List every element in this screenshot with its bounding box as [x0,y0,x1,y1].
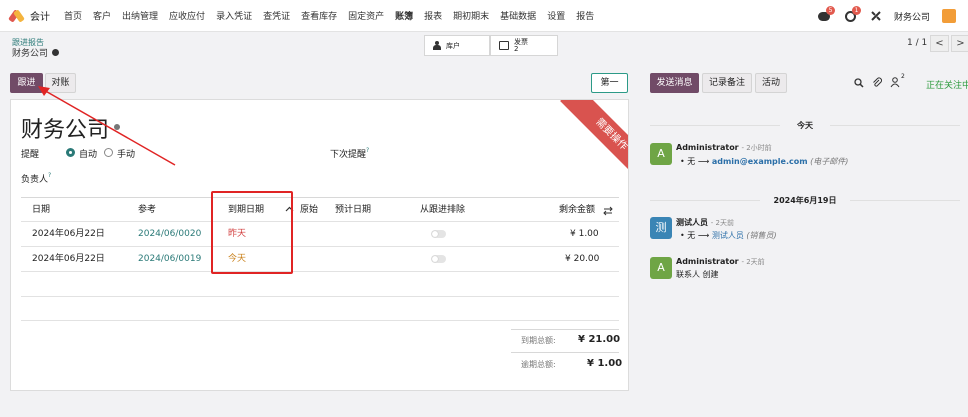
paperclip-icon[interactable] [872,77,882,88]
activity-button[interactable]: 活动 [755,73,787,93]
avatar[interactable]: 测 [650,217,672,239]
tracking-field: (电子邮件) [810,157,849,166]
tracking-line: • 无 ⟶ 测试人员 (销售员) [680,231,777,240]
messages-badge: 5 [825,6,835,15]
invoice-stat-button[interactable]: 发票 2 [490,35,558,56]
search-icon[interactable] [854,78,864,88]
next-reminder-label: 下次提醒? [330,147,369,160]
message-time: - 2小时前 [741,144,772,152]
person-icon [433,41,441,50]
table-empty-row [21,297,619,321]
menu-settings[interactable]: 设置 [547,9,565,22]
pager-value[interactable]: 1 / 1 [907,38,927,48]
pager-next-button[interactable]: > [951,35,968,52]
annotation-arrow [38,86,176,166]
activities-icon[interactable]: 1 [844,6,861,23]
tracking-new-value: admin@example.com [711,157,808,166]
avatar[interactable]: A [650,143,672,165]
tracking-line: • 无 ⟶ admin@example.com (电子邮件) [680,157,849,166]
message-author-name[interactable]: 测试人员 [676,218,708,227]
log-note-button[interactable]: 记录备注 [702,73,752,93]
menu-period[interactable]: 期初期末 [453,9,489,22]
total-due-value: ¥ 21.00 [578,334,621,345]
date-separator: 2024年6月19日 [650,195,960,205]
menu-reporting[interactable]: 报告 [576,9,594,22]
following-status[interactable]: 正在关注中 [926,78,968,91]
date-separator: 今天 [650,120,960,130]
tools-icon[interactable] [870,10,882,22]
message-author: Administrator - 2天前 [676,257,765,267]
message-body: 联系人 创建 [676,270,719,279]
edit-icon [499,41,509,50]
menu-inventory[interactable]: 查看库存 [301,9,337,22]
message-author: Administrator - 2小时前 [676,143,772,153]
customer-stat-label: 库户 [446,41,460,50]
table-row[interactable]: 2024年06月22日 2024/06/0019 今天 ¥ 20.00 [21,247,619,272]
menu-query-voucher[interactable]: 查凭证 [263,9,290,22]
date-separator-label: 今天 [791,121,819,130]
col-excluded[interactable]: 从跟进排除 [420,198,465,223]
message-author: 测试人员 - 2天前 [676,217,734,228]
message-author-name[interactable]: Administrator [676,143,739,152]
row-reference-link[interactable]: 2024/06/0020 [138,222,201,247]
col-original[interactable]: 原始 [300,198,318,223]
tracking-field: (销售员) [746,231,777,240]
totals-divider [511,329,619,330]
exclude-toggle[interactable] [431,230,446,238]
table-empty-row [21,272,619,297]
action-needed-ribbon: 需要操作 [560,100,628,186]
table-footer-line [21,321,619,322]
column-options-icon[interactable] [603,206,613,216]
chatter-panel: 发送消息 记录备注 活动 2 正在关注中 今天 A Administrator … [640,68,968,417]
first-level-button[interactable]: 第一 [591,73,628,93]
date-separator-label: 2024年6月19日 [767,196,843,205]
send-message-button[interactable]: 发送消息 [650,73,699,93]
pager-previous-button[interactable]: < [930,35,949,52]
col-remaining-amount[interactable]: 剩余金额 [559,198,595,223]
messages-icon[interactable]: 5 [817,6,835,23]
tracking-new-value: 测试人员 [711,231,744,240]
activities-badge: 1 [851,6,861,15]
row-remaining-amount: ¥ 20.00 [565,254,600,264]
table-row[interactable]: 2024年06月22日 2024/06/0020 昨天 ¥ 1.00 [21,222,619,247]
arrow-right-icon: ⟶ [697,231,710,240]
message-author-name[interactable]: Administrator [676,257,739,266]
exclude-toggle[interactable] [431,255,446,263]
invoice-stat-count: 2 [514,44,519,53]
col-reference[interactable]: 参考 [138,198,156,223]
menu-reports[interactable]: 报表 [424,9,442,22]
message-time: - 2天前 [741,258,765,266]
tracking-old-value: 无 [687,231,696,240]
help-tooltip-icon[interactable]: ? [366,147,369,154]
row-reference-link[interactable]: 2024/06/0019 [138,247,201,272]
due-date-highlight-box [211,191,293,274]
followers-count: 2 [901,73,905,80]
tracking-old-value: 无 [687,157,696,166]
avatar[interactable]: A [650,257,672,279]
menu-ledgers[interactable]: 账簿 [395,9,413,22]
user-avatar[interactable] [942,9,956,23]
company-switcher[interactable]: 财务公司 [894,10,930,23]
table-header: 日期 参考 到期日期 原始 预计日期 从跟进排除 剩余金额 [21,197,619,222]
total-overdue-value: ¥ 1.00 [587,358,623,369]
totals-divider [511,352,619,353]
total-due-label: 到期总额: [521,336,556,345]
col-expected-date[interactable]: 预计日期 [335,198,371,223]
total-overdue-label: 逾期总额: [521,360,556,369]
arrow-right-icon: ⟶ [697,157,710,166]
followers-icon[interactable] [890,77,900,88]
message-time: - 2天前 [710,219,735,227]
col-date[interactable]: 日期 [32,198,50,223]
menu-fixed-assets[interactable]: 固定资产 [348,9,384,22]
row-date: 2024年06月22日 [32,229,105,239]
row-remaining-amount: ¥ 1.00 [570,229,599,239]
row-date: 2024年06月22日 [32,254,105,264]
next-reminder-text: 下次提醒 [330,150,367,160]
menu-master-data[interactable]: 基础数据 [500,9,536,22]
customer-stat-button[interactable]: 库户 [424,35,490,56]
